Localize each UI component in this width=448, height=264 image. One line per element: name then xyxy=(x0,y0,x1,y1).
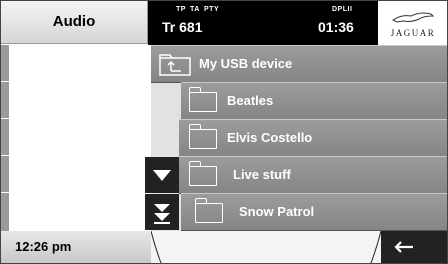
media-browser: My USB device Beatles Elvis Costello Liv… xyxy=(1,45,447,232)
page-down-button[interactable] xyxy=(145,194,179,230)
scroll-down-button[interactable] xyxy=(145,157,179,193)
infotainment-screen: Audio TP TA PTY DPLII Tr 681 01:36 JAGUA… xyxy=(0,0,448,264)
ta-indicator: TA xyxy=(190,6,200,13)
jaguar-leaper-icon xyxy=(392,12,435,23)
list-item[interactable]: Beatles xyxy=(181,82,447,120)
status-display: TP TA PTY DPLII Tr 681 01:36 xyxy=(148,1,378,45)
track-number: Tr 681 xyxy=(162,19,203,35)
back-arrow-icon xyxy=(394,241,413,253)
back-button[interactable] xyxy=(381,231,447,263)
header-bar: Audio TP TA PTY DPLII Tr 681 01:36 JAGUA… xyxy=(1,1,447,45)
folder-up-icon xyxy=(159,54,191,76)
folder-icon xyxy=(188,87,217,112)
folder-icon xyxy=(194,198,223,223)
left-edge-tab xyxy=(1,193,9,232)
list-item[interactable]: Elvis Costello xyxy=(179,119,447,157)
footer-divider xyxy=(151,231,381,263)
tp-indicator: TP xyxy=(176,6,186,13)
brand-logo: JAGUAR xyxy=(379,1,447,45)
list-item[interactable]: Live stuff xyxy=(179,156,447,194)
page-title[interactable]: Audio xyxy=(1,1,148,44)
brand-wordmark: JAGUAR xyxy=(390,28,436,38)
folder-icon xyxy=(188,124,217,149)
current-time: 12:26 pm xyxy=(1,231,151,263)
folder-icon xyxy=(188,161,217,186)
chevron-down-icon xyxy=(153,170,171,181)
dolby-prologic-indicator: DPLII xyxy=(332,6,353,13)
list-item-label: Live stuff xyxy=(233,167,291,182)
left-edge-tab xyxy=(1,82,9,119)
left-edge-tab xyxy=(1,119,9,156)
list-item-label: Snow Patrol xyxy=(239,204,315,219)
left-panel xyxy=(1,45,151,232)
list-item[interactable]: Snow Patrol xyxy=(181,193,447,231)
current-folder-label: My USB device xyxy=(199,56,293,71)
double-chevron-down-icon xyxy=(154,204,170,224)
list-item-label: Beatles xyxy=(227,93,274,108)
footer-bar: 12:26 pm xyxy=(1,231,447,263)
left-edge-tab xyxy=(1,45,9,82)
current-folder-row[interactable]: My USB device xyxy=(151,45,447,83)
list-item-label: Elvis Costello xyxy=(227,130,313,145)
left-edge-tab xyxy=(1,156,9,193)
pty-indicator: PTY xyxy=(204,6,220,13)
playback-time: 01:36 xyxy=(318,19,354,35)
